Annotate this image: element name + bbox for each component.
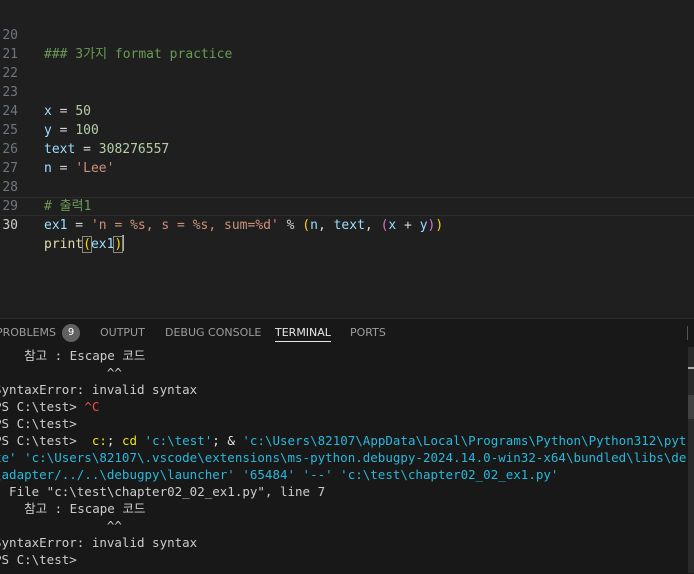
bracket-match: ( [82,236,92,253]
code-line-22[interactable]: 22 [0,45,694,81]
tab-label: TERMINAL [275,326,331,339]
tab-label: OUTPUT [100,326,145,339]
terminal-line: PS C:\test> [0,552,77,567]
terminal-line: ^^ [0,365,122,380]
tab-output[interactable]: OUTPUT [100,324,145,341]
tab-problems[interactable]: PROBLEMS 9 [0,324,81,342]
scroll-thumb[interactable] [688,395,694,419]
code-line-27[interactable]: 27 [0,140,694,176]
terminal-line: PS C:\test> ^C [0,398,99,415]
token: ) [435,218,444,233]
code-editor[interactable]: 20 ### 3가지 format practice 21 22 23 x = … [0,0,694,318]
terminal-line: PS C:\test> [0,416,77,431]
command-token: ; [106,433,122,448]
command-token: cd [121,433,138,448]
terminal-line: 참고 : Escape 코드 [0,501,146,516]
terminal-line: xe' 'c:\Users\82107\.vscode\extensions\m… [0,450,686,465]
tab-terminal[interactable]: TERMINAL [275,324,331,342]
interrupt-text: ^C [84,399,100,414]
scroll-marker [688,367,694,369]
prompt: PS C:\test> [0,399,85,414]
terminal-output[interactable]: 참고 : Escape 코드 ^^ SyntaxError: invalid s… [0,347,686,573]
command-token: 'c:\Users\82107\AppData\Local\Programs\P… [242,433,686,448]
terminal-line: ^^ [0,518,122,533]
problems-count-badge: 9 [62,324,81,342]
line-number: 30 [2,218,18,233]
token: = [67,218,91,233]
command-token: ; & [212,433,243,448]
tab-label: PROBLEMS [0,326,57,339]
tab-ports[interactable]: PORTS [350,324,386,341]
terminal-scrollbar[interactable] [688,347,694,573]
terminal-line: PS C:\test> c:; cd 'c:\test'; & 'c:\User… [0,432,686,449]
code-line-23[interactable]: 23 x = 50 [0,64,694,119]
tab-label: DEBUG CONSOLE [165,326,262,339]
code-line-25[interactable]: 25 text = 308276557 [0,102,694,157]
token: print [44,237,84,252]
command-token: 'c:\test' [137,433,213,448]
code-line-24[interactable]: 24 y = 100 [0,83,694,138]
code-line-28[interactable]: 28 # 출력1 [0,159,694,214]
terminal-line: 참고 : Escape 코드 [0,348,146,363]
token: + [396,218,420,233]
token: % [278,218,303,233]
code-line-21[interactable]: 21 [0,26,694,62]
terminal-line: \adapter/../..\debugpy\launcher' '65484'… [0,467,559,482]
tab-debug-console[interactable]: DEBUG CONSOLE [165,324,261,341]
panel-tabs: PROBLEMS 9 OUTPUT DEBUG CONSOLE TERMINAL … [0,319,694,345]
token: text [333,218,365,233]
code-line-30[interactable]: 30 print(ex1) [0,197,694,253]
token: ex1 [90,237,115,252]
token: , [317,218,334,233]
tab-label: PORTS [350,326,386,339]
command-token: c: [84,433,107,448]
token: ex1 [44,218,68,233]
panel-edge-marker [687,326,694,340]
prompt: PS C:\test> [0,433,85,448]
code-line-26[interactable]: 26 n = 'Lee' [0,121,694,176]
token: y [419,218,428,233]
token: n [310,218,318,233]
terminal-line: File "c:\test\chapter02_02_ex1.py", line… [0,484,326,499]
bottom-panel: PROBLEMS 9 OUTPUT DEBUG CONSOLE TERMINAL … [0,318,694,574]
text-cursor [122,235,125,251]
token: , [364,218,381,233]
terminal-line: SyntaxError: invalid syntax [0,382,198,397]
terminal-line: SyntaxError: invalid syntax [0,535,198,550]
code-line-29[interactable]: 29 ex1 = 'n = %s, s = %s, sum=%d' % (n, … [0,178,694,233]
token: 'n = %s, s = %s, sum=%d' [90,218,279,233]
token: ( [302,218,311,233]
bracket-match: ) [113,236,124,253]
code-line-20[interactable]: 20 ### 3가지 format practice [0,7,694,62]
